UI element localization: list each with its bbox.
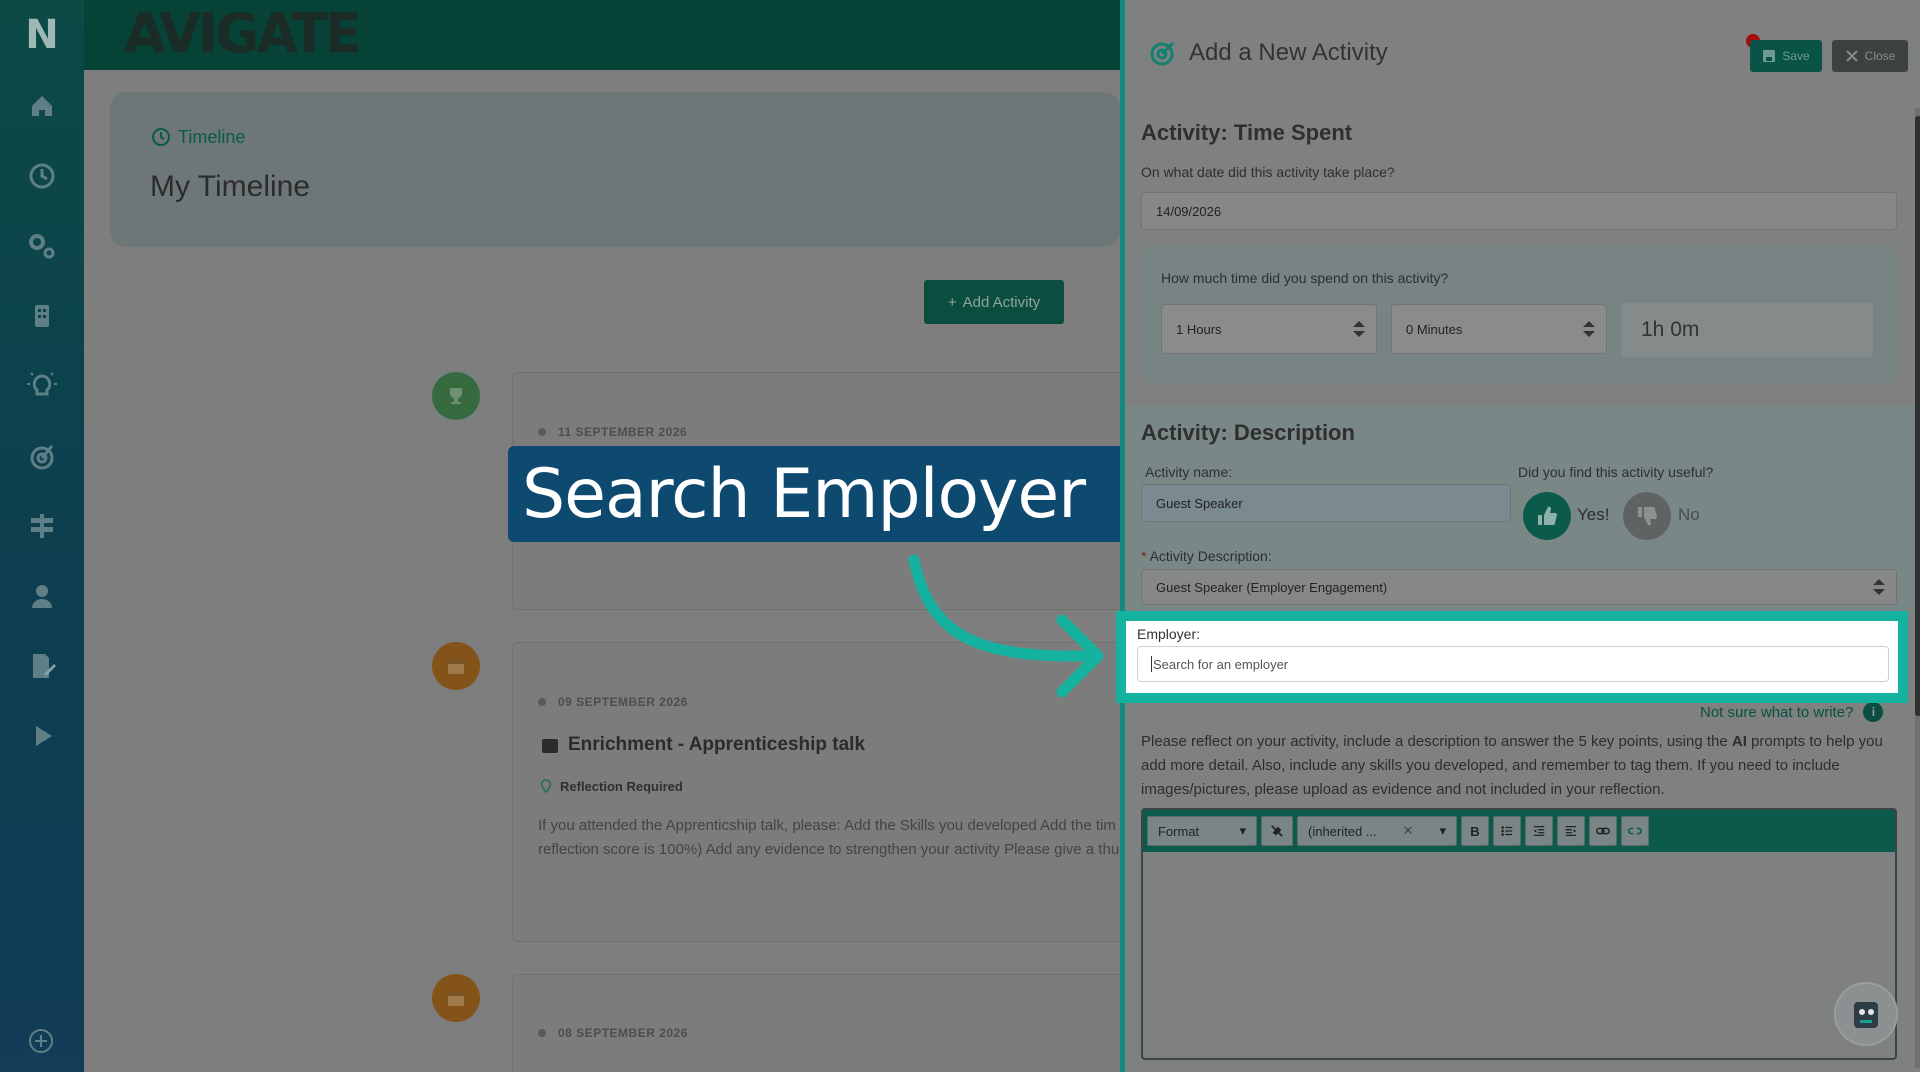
- link-button[interactable]: [1589, 816, 1617, 846]
- plus-icon: +: [947, 293, 957, 311]
- close-button[interactable]: Close: [1832, 40, 1908, 72]
- home-icon[interactable]: [18, 82, 66, 130]
- sidebar: N: [0, 0, 84, 1072]
- date-label: On what date did this activity take plac…: [1141, 164, 1395, 180]
- calendar-icon: [432, 974, 480, 1022]
- minutes-select[interactable]: 0 Minutes: [1391, 304, 1607, 354]
- target-icon[interactable]: [18, 432, 66, 480]
- date-input[interactable]: 14/09/2026: [1141, 192, 1897, 230]
- add-activity-drawer: Add a New Activity Save Close Activity: …: [1120, 0, 1920, 1072]
- activity-name-label: Activity name:: [1145, 464, 1233, 480]
- outdent-button[interactable]: [1525, 816, 1553, 846]
- thumbs-down-button[interactable]: [1623, 492, 1671, 540]
- card-date: 09 SEPTEMBER 2026: [538, 695, 688, 709]
- add-activity-label: Add Activity: [962, 293, 1041, 311]
- useful-label: Did you find this activity useful?: [1518, 464, 1714, 480]
- font-dropdown[interactable]: (inherited ... ✕ ▾: [1297, 816, 1457, 846]
- time-label: How much time did you spend on this acti…: [1161, 270, 1449, 286]
- building-icon[interactable]: [18, 292, 66, 340]
- play-icon[interactable]: [18, 712, 66, 760]
- lightbulb-icon[interactable]: [18, 362, 66, 410]
- gears-icon[interactable]: [18, 222, 66, 270]
- plus-circle-icon[interactable]: [16, 1016, 66, 1066]
- app-logo[interactable]: N: [20, 10, 64, 60]
- thumbs-up-icon: [1538, 506, 1557, 525]
- scrollbar-thumb[interactable]: [1915, 116, 1920, 716]
- calendar-icon: [432, 642, 480, 690]
- page-title: My Timeline: [150, 170, 311, 203]
- bold-button[interactable]: B: [1461, 816, 1489, 846]
- indent-button[interactable]: [1557, 816, 1585, 846]
- no-label: No: [1678, 505, 1700, 524]
- eraser-icon: [1271, 825, 1283, 837]
- clock-icon: [152, 128, 170, 146]
- dropdown-arrow-icon: ▾: [1439, 823, 1446, 838]
- dropdown-arrow-icon: ▾: [1239, 823, 1246, 838]
- activity-description-label: * Activity Description:: [1141, 548, 1272, 564]
- thumbs-up-button[interactable]: [1523, 492, 1571, 540]
- arrow-icon: [908, 554, 1104, 698]
- trophy-icon: [432, 372, 480, 420]
- link-icon: [1596, 827, 1610, 835]
- reflection-tag: Reflection Required: [540, 778, 683, 794]
- activity-name-input[interactable]: Guest Speaker: [1141, 484, 1511, 522]
- drawer-header: Add a New Activity: [1147, 38, 1388, 68]
- writing-help-link[interactable]: Not sure what to write? i: [1700, 702, 1884, 722]
- add-activity-button[interactable]: + Add Activity: [924, 280, 1064, 324]
- text-cursor: [1151, 656, 1152, 672]
- description-section-heading: Activity: Description: [1141, 420, 1355, 445]
- reflection-editor[interactable]: Format ▾ (inherited ... ✕ ▾ B: [1141, 808, 1897, 1060]
- top-bar: AVIGATE: [84, 0, 1120, 70]
- time-section-heading: Activity: Time Spent: [1141, 120, 1353, 145]
- editor-toolbar: Format ▾ (inherited ... ✕ ▾ B: [1143, 810, 1895, 852]
- hours-select[interactable]: 1 Hours: [1161, 304, 1377, 354]
- card-title[interactable]: Enrichment - Apprenticeship talk: [540, 734, 865, 756]
- clear-font-icon[interactable]: ✕: [1403, 823, 1414, 839]
- bullet-list-icon: [1501, 826, 1513, 836]
- drawer-title: Add a New Activity: [1189, 39, 1388, 66]
- yes-label: Yes!: [1577, 505, 1610, 524]
- outdent-icon: [1533, 825, 1545, 837]
- employer-search-input[interactable]: Search for an employer: [1137, 646, 1889, 682]
- floppy-icon: [1763, 50, 1776, 62]
- target-icon: [1150, 41, 1175, 66]
- select-arrows-icon: [1873, 579, 1885, 595]
- close-icon: [1845, 50, 1858, 62]
- select-arrows-icon: [1353, 321, 1365, 337]
- instructions-text: Please reflect on your activity, include…: [1141, 733, 1883, 798]
- clock-icon[interactable]: [18, 152, 66, 200]
- timeline-card[interactable]: [512, 974, 1120, 1072]
- location-pin-icon: [540, 779, 552, 794]
- calendar-icon: [542, 739, 558, 753]
- activity-description-select[interactable]: Guest Speaker (Employer Engagement): [1141, 569, 1897, 605]
- breadcrumb-label: Timeline: [178, 126, 246, 147]
- clear-format-button[interactable]: [1261, 816, 1293, 846]
- breadcrumb[interactable]: Timeline: [150, 126, 245, 148]
- info-icon: i: [1863, 702, 1884, 722]
- brand-logo: AVIGATE: [124, 2, 362, 65]
- select-arrows-icon: [1583, 321, 1595, 337]
- signpost-icon[interactable]: [18, 502, 66, 550]
- card-date: 08 SEPTEMBER 2026: [538, 1026, 688, 1040]
- format-dropdown[interactable]: Format ▾: [1147, 816, 1257, 846]
- edit-file-icon[interactable]: [18, 642, 66, 690]
- card-description: If you attended the Apprenticship talk, …: [538, 817, 1120, 858]
- assistant-bot-icon[interactable]: [1834, 982, 1898, 1046]
- unlink-button[interactable]: [1621, 816, 1649, 846]
- employer-label: Employer:: [1137, 626, 1201, 642]
- bullet-list-button[interactable]: [1493, 816, 1521, 846]
- tutorial-callout: Search Employer: [508, 446, 1154, 542]
- thumbs-down-icon: [1638, 507, 1657, 526]
- card-date: 11 SEPTEMBER 2026: [538, 425, 687, 439]
- total-time: 1h 0m: [1621, 303, 1873, 357]
- save-button[interactable]: Save: [1750, 40, 1822, 72]
- indent-icon: [1565, 825, 1577, 837]
- unlink-icon: [1628, 827, 1642, 835]
- user-icon[interactable]: [18, 572, 66, 620]
